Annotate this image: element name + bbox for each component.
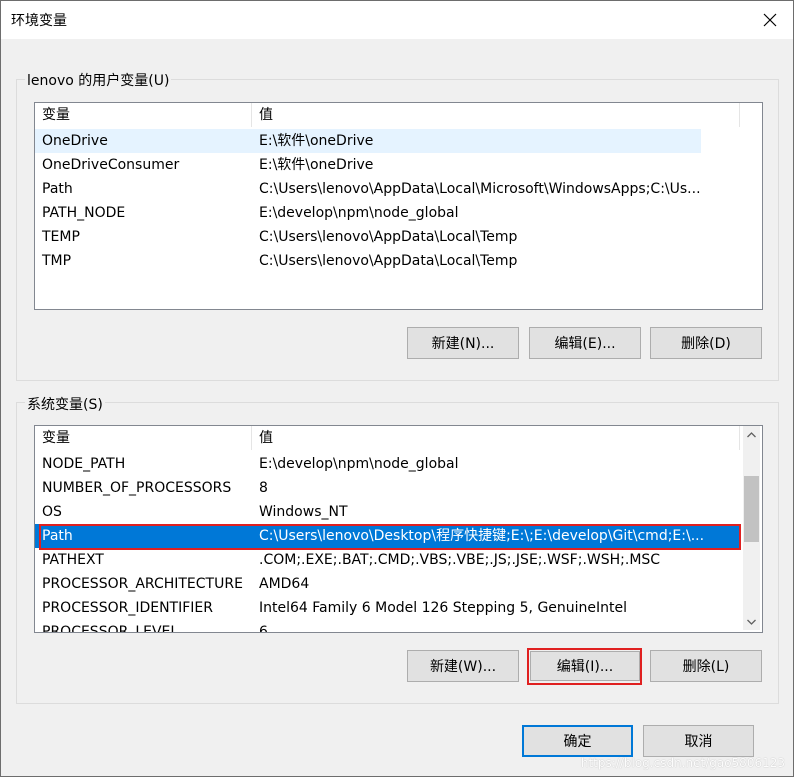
environment-variables-dialog: 环境变量 lenovo 的用户变量(U) 变量 值 OneDrive E:\软件… xyxy=(0,0,794,777)
variable-name: PROCESSOR_IDENTIFIER xyxy=(42,600,213,616)
list-item[interactable]: PATH_NODE E:\develop\npm\node_global xyxy=(35,201,701,225)
variable-value: 8 xyxy=(259,480,268,496)
variable-name: Path xyxy=(42,528,73,544)
column-header-variable[interactable]: 变量 xyxy=(35,426,252,450)
watermark: https://blog.csdn.net/gao5806123 xyxy=(580,756,785,770)
ok-button[interactable]: 确定 xyxy=(522,725,633,757)
variable-value: C:\Users\lenovo\Desktop\程序快捷键;E:\;E:\dev… xyxy=(259,528,705,544)
list-item[interactable]: OneDrive E:\软件\oneDrive xyxy=(35,129,701,153)
system-variables-list[interactable]: 变量 值 NODE_PATH E:\develop\npm\node_globa… xyxy=(34,425,763,633)
list-header: 变量 值 xyxy=(35,426,740,450)
system-edit-button[interactable]: 编辑(I)... xyxy=(530,651,640,681)
list-header: 变量 值 xyxy=(35,103,740,127)
variable-name: PROCESSOR_ARCHITECTURE xyxy=(42,576,243,592)
variable-value: E:\develop\npm\node_global xyxy=(259,456,459,472)
variable-name: TEMP xyxy=(42,229,80,245)
column-header-variable[interactable]: 变量 xyxy=(35,103,252,127)
list-item[interactable]: OneDriveConsumer E:\软件\oneDrive xyxy=(35,153,701,177)
list-item[interactable]: TEMP C:\Users\lenovo\AppData\Local\Temp xyxy=(35,225,701,249)
variable-name: PATHEXT xyxy=(42,552,104,568)
scroll-down-icon[interactable] xyxy=(743,613,760,630)
variable-value: E:\develop\npm\node_global xyxy=(259,205,459,221)
variable-value: C:\Users\lenovo\AppData\Local\Temp xyxy=(259,253,518,269)
column-header-value[interactable]: 值 xyxy=(252,103,740,127)
variable-value: C:\Users\lenovo\AppData\Local\Temp xyxy=(259,229,518,245)
column-header-value[interactable]: 值 xyxy=(252,426,740,450)
variable-value: E:\软件\oneDrive xyxy=(259,133,374,149)
list-item[interactable]: NUMBER_OF_PROCESSORS 8 xyxy=(35,476,740,500)
user-variables-list[interactable]: 变量 值 OneDrive E:\软件\oneDrive OneDriveCon… xyxy=(34,102,763,310)
variable-name: Path xyxy=(42,181,73,197)
close-icon[interactable] xyxy=(747,1,793,39)
variable-value: .COM;.EXE;.BAT;.CMD;.VBS;.VBE;.JS;.JSE;.… xyxy=(259,552,661,568)
user-delete-button[interactable]: 删除(D) xyxy=(650,327,762,359)
variable-name: PATH_NODE xyxy=(42,205,126,221)
variable-value: AMD64 xyxy=(259,576,310,592)
variable-value: E:\软件\oneDrive xyxy=(259,157,374,173)
variable-value: C:\Users\lenovo\AppData\Local\Microsoft\… xyxy=(259,181,701,197)
list-item[interactable]: TMP C:\Users\lenovo\AppData\Local\Temp xyxy=(35,249,701,273)
window-title: 环境变量 xyxy=(11,13,67,29)
list-item[interactable]: PROCESSOR_IDENTIFIER Intel64 Family 6 Mo… xyxy=(35,596,740,620)
title-bar: 环境变量 xyxy=(1,1,793,39)
variable-value: 6 xyxy=(259,624,268,633)
list-item[interactable]: PROCESSOR_ARCHITECTURE AMD64 xyxy=(35,572,740,596)
scroll-up-icon[interactable] xyxy=(743,426,760,443)
vertical-scrollbar[interactable] xyxy=(743,426,760,630)
variable-name: OneDrive xyxy=(42,133,108,149)
variable-name: TMP xyxy=(42,253,72,269)
system-delete-button[interactable]: 删除(L) xyxy=(650,650,762,682)
variable-name: NODE_PATH xyxy=(42,456,126,472)
scroll-thumb[interactable] xyxy=(744,476,759,542)
user-new-button[interactable]: 新建(N)... xyxy=(407,327,519,359)
variable-name: NUMBER_OF_PROCESSORS xyxy=(42,480,232,496)
cancel-button[interactable]: 取消 xyxy=(643,725,754,757)
list-item[interactable]: PATHEXT .COM;.EXE;.BAT;.CMD;.VBS;.VBE;.J… xyxy=(35,548,740,572)
system-variables-label: 系统变量(S) xyxy=(25,394,105,414)
system-new-button[interactable]: 新建(W)... xyxy=(407,650,519,682)
variable-value: Windows_NT xyxy=(259,504,348,520)
variable-value: Intel64 Family 6 Model 126 Stepping 5, G… xyxy=(259,600,628,616)
list-item-selected[interactable]: Path C:\Users\lenovo\Desktop\程序快捷键;E:\;E… xyxy=(35,524,740,548)
user-edit-button[interactable]: 编辑(E)... xyxy=(529,327,641,359)
variable-name: OneDriveConsumer xyxy=(42,157,180,173)
variable-name: OS xyxy=(42,504,62,520)
user-variables-label: lenovo 的用户变量(U) xyxy=(25,70,172,90)
list-item[interactable]: OS Windows_NT xyxy=(35,500,740,524)
list-item[interactable]: PROCESSOR_LEVEL 6 xyxy=(35,620,740,633)
list-item[interactable]: Path C:\Users\lenovo\AppData\Local\Micro… xyxy=(35,177,701,201)
variable-name: PROCESSOR_LEVEL xyxy=(42,624,179,633)
list-item[interactable]: NODE_PATH E:\develop\npm\node_global xyxy=(35,452,740,476)
